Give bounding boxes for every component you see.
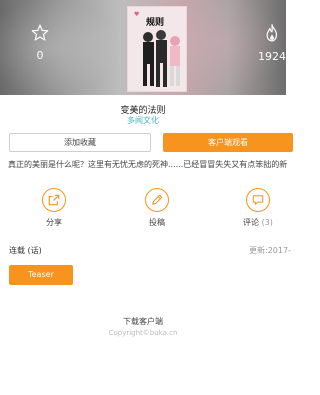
serial-label: 连载 (话): [9, 246, 42, 255]
copyright-text: Copyright©buka.cn: [108, 329, 178, 337]
submit-icon-circle: [145, 188, 169, 212]
header-banner: 0 ♥ 规则 1924: [0, 0, 286, 95]
comment-count: (3): [261, 218, 273, 227]
popularity-count: 1924: [258, 50, 286, 63]
favorites-stat[interactable]: 0: [20, 24, 60, 62]
submit-label: 投稿: [149, 218, 165, 227]
banner-blur-left: [0, 0, 120, 95]
comic-cover[interactable]: ♥ 规则: [127, 6, 187, 92]
share-action[interactable]: 分享: [24, 188, 84, 228]
comment-label: 评论 (3): [228, 217, 288, 228]
chapter-button-teaser[interactable]: Teaser: [9, 265, 73, 285]
cover-artwork: [143, 30, 180, 87]
comment-label-text: 评论: [243, 218, 260, 227]
comment-icon: [252, 195, 264, 205]
comment-icon-circle: [246, 188, 270, 212]
download-app-link[interactable]: 下载客户端: [0, 316, 286, 327]
submit-action[interactable]: 投稿: [127, 188, 187, 228]
favorites-count: 0: [36, 49, 44, 62]
popularity-stat: 1924: [252, 24, 286, 63]
flame-icon: [266, 24, 278, 42]
publisher-link[interactable]: 多闻文化: [0, 115, 286, 126]
submit-icon: [152, 194, 163, 205]
share-label: 分享: [46, 218, 62, 227]
share-icon-circle: [42, 188, 66, 212]
read-in-app-button[interactable]: 客户端观看: [163, 133, 293, 152]
share-icon: [48, 194, 60, 206]
updated-date: 更新:2017-: [249, 246, 291, 255]
add-favorite-button[interactable]: 添加收藏: [9, 133, 151, 152]
comment-action[interactable]: 评论 (3): [228, 188, 288, 228]
comic-description: 真正的美丽是什么呢？这里有无忧无虑的死神......已经冒冒失失又有点笨拙的新: [8, 160, 288, 169]
star-icon: [31, 24, 49, 41]
